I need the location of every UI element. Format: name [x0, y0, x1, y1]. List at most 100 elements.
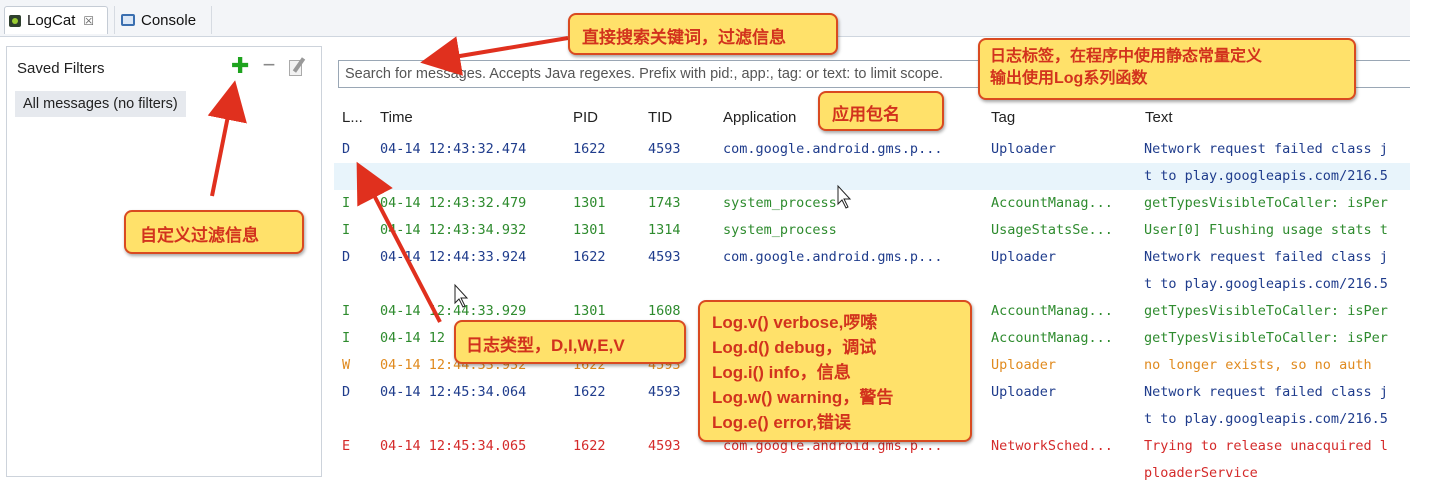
callout-tag-note: 日志标签，在程序中使用静态常量定义 输出使用Log系列函数	[978, 38, 1356, 100]
callout-method-e: Log.e() error,错误	[712, 413, 851, 432]
log-cell-level: W	[342, 357, 351, 373]
log-row[interactable]: D 04-14 12:43:32.474 1622 4593 com.google.an…	[334, 136, 1414, 163]
log-cell-text: ploaderService	[1144, 465, 1258, 481]
callout-log-methods: Log.v() verbose,啰嗦 Log.d() debug，调试 Log.…	[698, 300, 972, 442]
log-row[interactable]: D 04-14 12:44:33.924 1622 4593 com.google.an…	[334, 244, 1414, 271]
callout-app-text: 应用包名	[832, 105, 900, 124]
log-cell-tid: 1743	[648, 195, 681, 211]
logcat-icon	[9, 14, 21, 27]
log-cell-time: 04-14 12:43:34.932	[380, 222, 527, 238]
callout-method-v: Log.v() verbose,啰嗦	[712, 313, 878, 332]
log-cell-pid: 1622	[573, 438, 606, 454]
log-cell-tag: AccountManag...	[991, 195, 1113, 211]
log-row[interactable]: I 04-14 12:43:34.932 1301 1314 system_proces…	[334, 217, 1414, 244]
close-tab-icon[interactable]: ☒	[83, 14, 94, 28]
callout-level-note: 日志类型，D,I,W,E,V	[454, 320, 686, 364]
log-cell-level: I	[342, 195, 351, 211]
callout-filter-note: 自定义过滤信息	[124, 210, 304, 254]
log-cell-time: 04-14 12:44:33.924	[380, 249, 527, 265]
column-header-level[interactable]: L...	[342, 109, 363, 126]
callout-app-note: 应用包名	[818, 91, 944, 131]
log-cell-time: 04-14 12:45:34.064	[380, 384, 527, 400]
log-cell-tag: AccountManag...	[991, 330, 1113, 346]
log-cell-time: 04-14 12:43:32.479	[380, 195, 527, 211]
log-cell-tag: Uploader	[991, 357, 1057, 373]
callout-level-text: 日志类型，D,I,W,E,V	[466, 336, 625, 355]
log-cell-level: D	[342, 141, 351, 157]
tab-logcat-label: LogCat	[27, 12, 76, 29]
log-cell-time: 04-14 12	[380, 330, 446, 346]
log-cell-pid: 1301	[573, 303, 606, 319]
saved-filters-title: Saved Filters	[17, 60, 105, 77]
log-cell-tid: 1608	[648, 303, 681, 319]
log-cell-text: t to play.googleapis.com/216.5	[1144, 168, 1388, 184]
log-row[interactable]: I 04-14 12:43:32.479 1301 1743 system_proces…	[334, 190, 1414, 217]
column-header-tag[interactable]: Tag	[991, 109, 1015, 126]
tab-console[interactable]: Console	[114, 6, 212, 34]
console-icon	[121, 14, 135, 26]
callout-method-d: Log.d() debug，调试	[712, 338, 877, 357]
log-cell-application: system_process	[723, 195, 837, 211]
log-cell-tid: 1314	[648, 222, 681, 238]
log-row[interactable]: t to play.googleapis.com/216.5	[334, 271, 1414, 298]
column-header-text[interactable]: Text	[1145, 109, 1173, 126]
log-cell-level: E	[342, 438, 351, 454]
log-cell-text: getTypesVisibleToCaller: isPer	[1144, 330, 1388, 346]
log-cell-time: 04-14 12:44:33.929	[380, 303, 527, 319]
log-cell-text: Trying to release unacquired l	[1144, 438, 1388, 454]
tab-console-label: Console	[141, 11, 197, 29]
log-cell-text: getTypesVisibleToCaller: isPer	[1144, 303, 1388, 319]
log-cell-tag: NetworkSched...	[991, 438, 1113, 454]
add-filter-icon[interactable]: ✚	[231, 55, 249, 77]
tab-logcat[interactable]: LogCat ☒	[4, 6, 108, 34]
log-cell-pid: 1622	[573, 384, 606, 400]
log-cell-tag: Uploader	[991, 249, 1057, 265]
log-cell-time: 04-14 12:43:32.474	[380, 141, 527, 157]
log-cell-text: Network request failed class j	[1144, 384, 1388, 400]
log-cell-pid: 1301	[573, 195, 606, 211]
callout-method-w: Log.w() warning，警告	[712, 388, 894, 407]
log-cell-pid: 1622	[573, 249, 606, 265]
log-cell-tag: UsageStatsSe...	[991, 222, 1113, 238]
log-cell-text: Network request failed class j	[1144, 141, 1388, 157]
log-cell-text: no longer exists, so no auth	[1144, 357, 1372, 373]
log-cell-tid: 4593	[648, 384, 681, 400]
column-header-pid[interactable]: PID	[573, 109, 598, 126]
column-header-application[interactable]: Application	[723, 109, 796, 126]
log-cell-text: getTypesVisibleToCaller: isPer	[1144, 195, 1388, 211]
log-cell-pid: 1622	[573, 141, 606, 157]
log-row[interactable]: ploaderService	[334, 460, 1414, 487]
log-cell-tid: 4593	[648, 141, 681, 157]
callout-tag-line-2: 输出使用Log系列函数	[990, 70, 1148, 87]
log-cell-application: com.google.android.gms.p...	[723, 249, 943, 265]
callout-method-i: Log.i() info，信息	[712, 363, 851, 382]
log-cell-tag: Uploader	[991, 384, 1057, 400]
remove-filter-icon[interactable]: −	[261, 54, 277, 76]
log-cell-level: D	[342, 249, 351, 265]
log-cell-text: User[0] Flushing usage stats t	[1144, 222, 1388, 238]
callout-search-text: 直接搜索关键词，过滤信息	[582, 28, 786, 47]
column-header-tid[interactable]: TID	[648, 109, 672, 126]
filter-item-all-messages[interactable]: All messages (no filters)	[15, 91, 186, 117]
saved-filters-panel: Saved Filters ✚ − All messages (no filte…	[6, 46, 322, 477]
log-cell-time: 04-14 12:45:34.065	[380, 438, 527, 454]
callout-filter-text: 自定义过滤信息	[140, 226, 259, 245]
log-cell-level: I	[342, 303, 351, 319]
callout-tag-line-1: 日志标签，在程序中使用静态常量定义	[990, 48, 1263, 65]
log-cell-level: I	[342, 330, 351, 346]
log-cell-text: t to play.googleapis.com/216.5	[1144, 276, 1388, 292]
log-cell-level: D	[342, 384, 351, 400]
log-cell-tid: 4593	[648, 249, 681, 265]
column-header-time[interactable]: Time	[380, 109, 413, 126]
edit-filter-icon[interactable]	[287, 57, 307, 76]
log-cell-level: I	[342, 222, 351, 238]
log-row[interactable]: t to play.googleapis.com/216.5	[334, 163, 1414, 190]
log-cell-tag: AccountManag...	[991, 303, 1113, 319]
log-cell-pid: 1301	[573, 222, 606, 238]
log-cell-tag: Uploader	[991, 141, 1057, 157]
log-cell-tid: 4593	[648, 438, 681, 454]
log-cell-application: system_process	[723, 222, 837, 238]
window-edge	[1410, 0, 1455, 477]
log-cell-text: Network request failed class j	[1144, 249, 1388, 265]
log-cell-application: com.google.android.gms.p...	[723, 141, 943, 157]
